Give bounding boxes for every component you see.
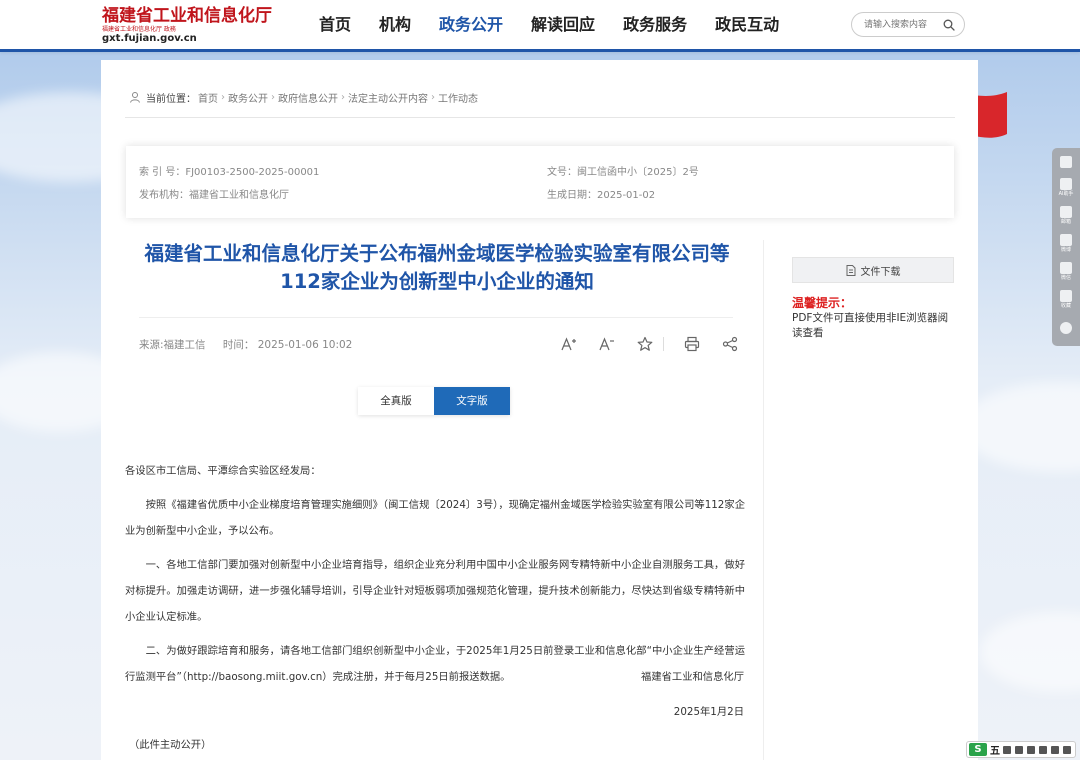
article-source-line: 来源:福建工信 时间： 2025-01-06 10:02 (139, 337, 352, 352)
nav-interpretation[interactable]: 解读回应 (517, 0, 609, 50)
search-box (851, 12, 965, 37)
document-icon (846, 264, 855, 276)
grid-icon[interactable] (1063, 745, 1071, 754)
content-card: 当前位置： 首页 › 政务公开 › 政府信息公开 › 法定主动公开内容 › 工作… (101, 60, 978, 760)
toolbar-label: 微信 (1061, 275, 1071, 281)
breadcrumb-statutory[interactable]: 法定主动公开内容 (348, 90, 428, 105)
breadcrumb: 当前位置： 首页 › 政务公开 › 政府信息公开 › 法定主动公开内容 › 工作… (129, 90, 478, 105)
toolbar-label: 邮箱 (1061, 219, 1071, 225)
meta-index-number: 索 引 号：FJ00103-2500-2025-00001 (139, 167, 320, 178)
gear-icon (1060, 322, 1072, 334)
toolbar-mail[interactable]: 邮箱 (1052, 206, 1080, 226)
share-icon[interactable] (720, 334, 740, 354)
toolbar-settings[interactable] (1052, 322, 1080, 334)
nav-interaction[interactable]: 政民互动 (701, 0, 793, 50)
article-salutation: 各设区市工信局、平潭综合实验区经发局： (125, 465, 321, 477)
toolbar-shield[interactable] (1052, 156, 1080, 168)
logo-domain: gxt.fujian.gov.cn (102, 33, 197, 44)
robot-icon (1060, 178, 1072, 190)
article-time: 时间： 2025-01-06 10:02 (222, 339, 353, 351)
weibo-icon (1060, 234, 1072, 246)
breadcrumb-home[interactable]: 首页 (198, 90, 218, 105)
sidebar-divider (763, 240, 764, 760)
mail-icon (1060, 206, 1072, 218)
shield-icon (1060, 156, 1072, 168)
breadcrumb-divider (125, 117, 955, 118)
ime-logo-icon[interactable]: S (969, 743, 987, 756)
tools-divider (663, 337, 664, 351)
breadcrumb-separator: › (271, 91, 275, 103)
shirt-icon[interactable] (1051, 745, 1059, 754)
tip-title: 温馨提示： (792, 296, 853, 310)
main-nav: 首页 机构 政务公开 解读回应 政务服务 政民互动 (305, 0, 793, 50)
tip-text: PDF文件可直接使用非IE浏览器阅读查看 (792, 312, 949, 339)
article-paragraph: 按照《福建省优质中小企业梯度培育管理实施细则》（闽工信规〔2024〕3号），现确… (125, 499, 745, 537)
toolbar-wechat[interactable]: 微信 (1052, 262, 1080, 282)
tab-text-version[interactable]: 文字版 (434, 387, 510, 415)
breadcrumb-label: 当前位置： (146, 93, 196, 105)
toolbar-label: AI助手 (1058, 191, 1074, 197)
article-paragraph: 一、各地工信部门要加强对创新型中小企业培育指导，组织企业充分利用中国中小企业服务… (125, 559, 745, 623)
toolbar-label: 微博 (1061, 247, 1071, 253)
search-icon[interactable] (943, 19, 955, 31)
article-sign-date: 2025年1月2日 (673, 706, 744, 718)
file-download-button[interactable]: 文件下载 (792, 257, 954, 283)
video-icon (1060, 262, 1072, 274)
nav-services[interactable]: 政务服务 (609, 0, 701, 50)
keyboard-icon[interactable] (1027, 745, 1035, 754)
punctuation-icon[interactable] (1015, 745, 1023, 754)
toolbar-favorite[interactable]: 收藏 (1052, 290, 1080, 310)
breadcrumb-separator: › (221, 91, 225, 103)
version-tabs: 全真版 文字版 (358, 387, 510, 415)
site-logo[interactable]: 福建省工业和信息化厅 福建省工业和信息化厅 政務 gxt.fujian.gov.… (102, 6, 277, 46)
logo-title: 福建省工业和信息化厅 (102, 6, 272, 26)
nav-organization[interactable]: 机构 (365, 0, 425, 50)
file-download-label: 文件下载 (860, 266, 901, 278)
ime-toolbar: S 五 (966, 741, 1076, 758)
moon-icon[interactable] (1003, 745, 1011, 754)
toolbar-label: 收藏 (1061, 303, 1071, 309)
article-note: （此件主动公开） (129, 739, 212, 751)
user-icon[interactable] (1039, 745, 1047, 754)
article-source: 来源:福建工信 (139, 339, 206, 351)
breadcrumb-gov-affairs[interactable]: 政务公开 (228, 90, 268, 105)
article-title: 福建省工业和信息化厅关于公布福州金域医学检验实验室有限公司等112家企业为创新型… (144, 242, 730, 293)
meta-publisher: 发布机构：福建省工业和信息化厅 (139, 190, 289, 201)
toolbar-ai-assistant[interactable]: AI助手 (1052, 178, 1080, 198)
title-divider (139, 317, 733, 318)
toolbar-weibo[interactable]: 微博 (1052, 234, 1080, 254)
breadcrumb-separator: › (431, 91, 435, 103)
site-header: 福建省工业和信息化厅 福建省工业和信息化厅 政務 gxt.fujian.gov.… (0, 0, 1080, 52)
breadcrumb-separator: › (341, 91, 345, 103)
meta-document-number: 文号：闽工信函中小〔2025〕2号 (547, 167, 699, 178)
tab-full-version[interactable]: 全真版 (358, 387, 434, 415)
font-increase-icon[interactable] (559, 334, 579, 354)
floating-toolbar: AI助手 邮箱 微博 微信 收藏 (1052, 148, 1080, 346)
nav-home[interactable]: 首页 (305, 0, 365, 50)
document-meta-box: 索 引 号：FJ00103-2500-2025-00001 文号：闽工信函中小〔… (126, 146, 954, 218)
ime-mode[interactable]: 五 (990, 742, 1000, 757)
location-icon (130, 92, 140, 103)
logo-subtitle: 福建省工业和信息化厅 政務 (102, 26, 176, 33)
article-body: 各设区市工信局、平潭综合实验区经发局： 按照《福建省优质中小企业梯度培育管理实施… (125, 458, 745, 690)
article-signer: 福建省工业和信息化厅 (641, 671, 744, 683)
meta-date: 生成日期：2025-01-02 (547, 190, 656, 201)
nav-government-affairs[interactable]: 政务公开 (425, 0, 517, 50)
bookmark-icon (1060, 290, 1072, 302)
breadcrumb-work-news[interactable]: 工作动态 (438, 90, 478, 105)
font-decrease-icon[interactable] (597, 334, 617, 354)
article-tools (559, 334, 758, 354)
breadcrumb-gov-info[interactable]: 政府信息公开 (278, 90, 338, 105)
favorite-star-icon[interactable] (635, 334, 655, 354)
print-icon[interactable] (682, 334, 702, 354)
search-input[interactable] (864, 17, 942, 33)
